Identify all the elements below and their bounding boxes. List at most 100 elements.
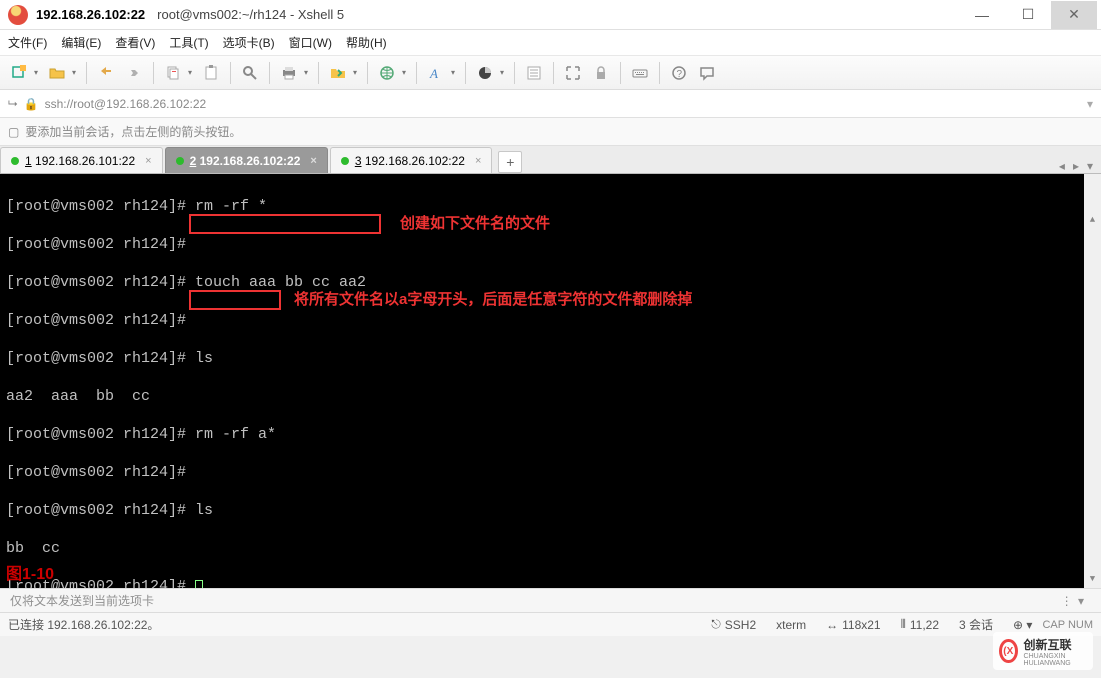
svg-text:A: A	[429, 66, 438, 81]
menu-help[interactable]: 帮助(H)	[346, 34, 387, 51]
window-ip: 192.168.26.102:22	[36, 7, 145, 22]
terminal[interactable]: [root@vms002 rh124]# rm -rf * [root@vms0…	[0, 174, 1101, 588]
menu-view[interactable]: 查看(V)	[115, 34, 155, 51]
status-bar: 已连接 192.168.26.102:22。 ⎋SSH2 xterm ↔118x…	[0, 612, 1101, 636]
tab-2-close-icon[interactable]: ×	[310, 155, 316, 167]
properties-button[interactable]	[521, 60, 547, 86]
tab-3-close-icon[interactable]: ×	[475, 155, 481, 167]
new-tab-button[interactable]: +	[498, 151, 522, 173]
info-hint: 要添加当前会话，点击左侧的箭头按钮。	[25, 123, 241, 140]
ssh-icon: ⎋	[711, 617, 721, 632]
reconnect-button[interactable]	[93, 60, 119, 86]
address-text[interactable]: ssh://root@192.168.26.102:22	[45, 97, 207, 111]
term-line: bb cc	[6, 539, 1095, 558]
status-pos: ⦀11,22	[901, 617, 939, 632]
watermark-icon: (X	[999, 639, 1018, 663]
globe-button[interactable]	[374, 60, 410, 86]
keyboard-button[interactable]	[627, 60, 653, 86]
paste-button[interactable]	[198, 60, 224, 86]
minimize-button[interactable]: —	[959, 1, 1005, 29]
status-proto: ⎋SSH2	[711, 617, 756, 632]
annotation-1: 创建如下文件名的文件	[400, 214, 550, 233]
tab-3-label: 192.168.26.102:22	[365, 154, 465, 168]
term-line: [root@vms002 rh124]# ls	[6, 501, 1095, 520]
send-hint: 仅将文本发送到当前选项卡	[10, 592, 154, 609]
tab-2-label: 192.168.26.102:22	[200, 154, 301, 168]
help-button[interactable]: ?	[666, 60, 692, 86]
term-line: aa2 aaa bb cc	[6, 387, 1095, 406]
title-bar: 192.168.26.102:22 root@vms002:~/rh124 - …	[0, 0, 1101, 30]
status-size: ↔118x21	[826, 618, 880, 632]
term-line: [root@vms002 rh124]# rm -rf a*	[6, 425, 1095, 444]
copy-button[interactable]	[160, 60, 196, 86]
status-dot-icon	[11, 157, 19, 165]
find-button[interactable]	[237, 60, 263, 86]
menu-edit[interactable]: 编辑(E)	[61, 34, 101, 51]
send-bar[interactable]: 仅将文本发送到当前选项卡 ⋮ ▾	[0, 588, 1101, 612]
term-line: [root@vms002 rh124]#	[6, 577, 1095, 588]
term-line: [root@vms002 rh124]# ls	[6, 349, 1095, 368]
new-session-button[interactable]	[6, 60, 42, 86]
scroll-up-icon[interactable]: ▲	[1084, 212, 1101, 229]
menu-tools[interactable]: 工具(T)	[169, 34, 208, 51]
open-button[interactable]	[44, 60, 80, 86]
fullscreen-button[interactable]	[560, 60, 586, 86]
print-button[interactable]	[276, 60, 312, 86]
status-dot-icon	[176, 157, 184, 165]
color-button[interactable]	[472, 60, 508, 86]
watermark: (X 创新互联 CHUANGXIN HULIANWANG	[993, 632, 1093, 670]
window-subtitle: root@vms002:~/rh124 - Xshell 5	[157, 7, 344, 22]
terminal-scrollbar[interactable]: ▲ ▼	[1084, 174, 1101, 588]
maximize-button[interactable]: ☐	[1005, 1, 1051, 29]
lock-button[interactable]	[588, 60, 614, 86]
menu-window[interactable]: 窗口(W)	[289, 34, 332, 51]
addr-dropdown-icon[interactable]: ▾	[1087, 97, 1093, 111]
status-menu-icon[interactable]: ⊕ ▾	[1013, 618, 1032, 632]
tab-3[interactable]: 3 192.168.26.102:22 ×	[330, 147, 493, 173]
cursor-icon	[195, 580, 203, 588]
lock-icon: 🔒	[24, 97, 39, 111]
transfer-button[interactable]	[325, 60, 361, 86]
app-icon	[8, 5, 28, 25]
toolbar: A ?	[0, 56, 1101, 90]
cap-indicator: CAP NUM	[1042, 619, 1093, 631]
term-line: [root@vms002 rh124]#	[6, 235, 1095, 254]
tab-1-label: 192.168.26.101:22	[35, 154, 135, 168]
watermark-sub: CHUANGXIN HULIANWANG	[1024, 653, 1087, 667]
status-text: 已连接 192.168.26.102:22。	[8, 616, 159, 633]
tab-prev-icon[interactable]: ◂	[1059, 159, 1065, 173]
address-bar: ⮡ 🔒 ssh://root@192.168.26.102:22 ▾	[0, 90, 1101, 118]
info-bar: ▢ 要添加当前会话，点击左侧的箭头按钮。	[0, 118, 1101, 146]
highlight-box-1	[189, 214, 381, 234]
tab-2[interactable]: 2 192.168.26.102:22 ×	[165, 147, 328, 173]
pos-icon: ⦀	[901, 617, 906, 632]
bookmark-icon[interactable]: ▢	[8, 125, 19, 139]
figure-caption: 图1-10	[6, 565, 54, 584]
menu-tabs[interactable]: 选项卡(B)	[223, 34, 275, 51]
size-icon: ↔	[826, 618, 838, 632]
tab-1-close-icon[interactable]: ×	[145, 155, 151, 167]
term-line: [root@vms002 rh124]# rm -rf *	[6, 197, 1095, 216]
menu-bar: 文件(F) 编辑(E) 查看(V) 工具(T) 选项卡(B) 窗口(W) 帮助(…	[0, 30, 1101, 56]
menu-file[interactable]: 文件(F)	[8, 34, 47, 51]
tab-1[interactable]: 1 192.168.26.101:22 ×	[0, 147, 163, 173]
addr-arrow-icon[interactable]: ⮡	[8, 96, 18, 111]
tab-menu-icon[interactable]: ▾	[1087, 159, 1093, 173]
tab-bar: 1 192.168.26.101:22 × 2 192.168.26.102:2…	[0, 146, 1101, 174]
disconnect-button[interactable]	[121, 60, 147, 86]
send-menu-icon[interactable]: ⋮ ▾	[1061, 594, 1091, 608]
term-line: [root@vms002 rh124]#	[6, 463, 1095, 482]
svg-text:?: ?	[677, 69, 683, 80]
bubble-button[interactable]	[694, 60, 720, 86]
tab-next-icon[interactable]: ▸	[1073, 159, 1079, 173]
font-button[interactable]: A	[423, 60, 459, 86]
annotation-2: 将所有文件名以a字母开头，后面是任意字符的文件都删除掉	[294, 290, 692, 309]
status-dot-icon	[341, 157, 349, 165]
scroll-down-icon[interactable]: ▼	[1084, 571, 1101, 588]
term-line: [root@vms002 rh124]#	[6, 311, 1095, 330]
watermark-brand: 创新互联	[1024, 636, 1087, 653]
highlight-box-2	[189, 290, 281, 310]
close-button[interactable]: ✕	[1051, 1, 1097, 29]
status-term: xterm	[776, 618, 806, 632]
status-sessions: 3 会话	[959, 616, 993, 633]
